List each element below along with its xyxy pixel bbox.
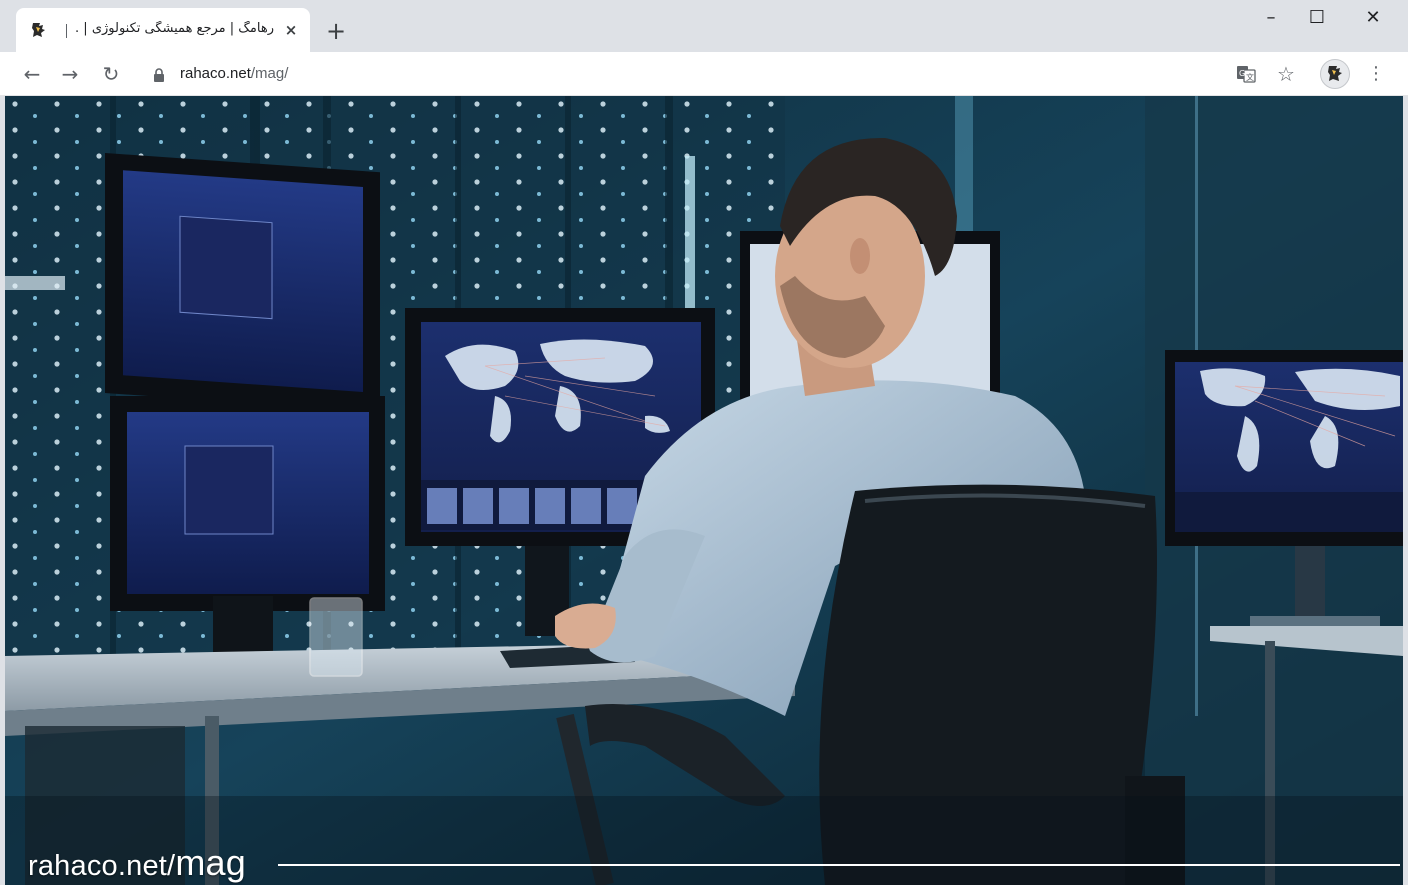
profile-avatar-icon[interactable] bbox=[1320, 59, 1350, 89]
watermark-text: rahaco.net/mag bbox=[28, 842, 246, 884]
browser-menu-icon[interactable]: ⋮ bbox=[1362, 60, 1390, 88]
tab-title: رهامگ | مرجع همیشگی تکنولوژی | ... bbox=[74, 21, 274, 36]
window-minimize-icon[interactable]: – bbox=[1248, 4, 1294, 32]
browser-toolbar: ← → ↻ rahaco.net/mag/ G 文 ☆ ⋮ bbox=[0, 52, 1408, 96]
svg-text:文: 文 bbox=[1246, 72, 1254, 82]
url-text: rahaco.net/mag/ bbox=[180, 65, 288, 82]
window-close-icon[interactable]: ✕ bbox=[1350, 4, 1396, 32]
browser-tab-active[interactable]: رهامگ | مرجع همیشگی تکنولوژی | ... × bbox=[16, 8, 310, 52]
url-path: /mag/ bbox=[250, 65, 289, 82]
site-favicon-icon bbox=[30, 21, 48, 39]
back-arrow-icon[interactable]: ← bbox=[18, 60, 46, 88]
watermark-host: rahaco.net/ bbox=[28, 850, 176, 882]
translate-icon[interactable]: G 文 bbox=[1232, 60, 1260, 88]
watermark-line bbox=[278, 864, 1400, 866]
forward-arrow-icon[interactable]: → bbox=[56, 60, 84, 88]
url-host: rahaco.net bbox=[180, 65, 251, 82]
watermark-path: mag bbox=[175, 842, 246, 883]
address-bar[interactable]: rahaco.net/mag/ bbox=[140, 58, 1310, 90]
tab-close-icon[interactable]: × bbox=[282, 21, 300, 39]
tab-strip: رهامگ | مرجع همیشگی تکنولوژی | ... × + –… bbox=[0, 0, 1408, 52]
svg-text:G: G bbox=[1239, 69, 1245, 78]
page-viewport bbox=[5, 96, 1403, 885]
hero-photo bbox=[5, 96, 1403, 885]
lock-icon[interactable] bbox=[152, 67, 166, 82]
tab-separator bbox=[66, 24, 67, 38]
window-maximize-icon[interactable]: ☐ bbox=[1294, 4, 1340, 32]
bookmark-star-icon[interactable]: ☆ bbox=[1272, 60, 1300, 88]
reload-icon[interactable]: ↻ bbox=[97, 60, 125, 88]
new-tab-icon[interactable]: + bbox=[322, 18, 350, 46]
